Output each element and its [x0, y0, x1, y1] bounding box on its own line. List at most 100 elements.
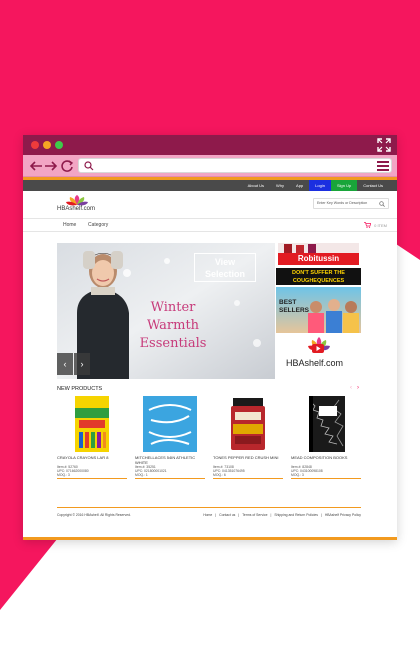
logo-text[interactable]: HBAshelf.com — [57, 206, 95, 212]
headline-line-2: Warmth — [146, 318, 200, 333]
people-photo — [308, 299, 359, 333]
product-name[interactable]: TONES PEPPER RED CRUSH MINI — [213, 455, 283, 460]
slider-prev-button[interactable]: ‹ — [57, 353, 73, 375]
footer-divider — [57, 507, 361, 508]
product-name[interactable]: MITCHELLACES 54IN ATHLETIC WHITE — [135, 455, 205, 465]
product-moq: MOQ.: 1 — [135, 473, 148, 477]
medicine-bottles-icon — [278, 243, 359, 253]
hamburger-menu-icon[interactable] — [376, 159, 390, 173]
product-name[interactable]: MEAD COMPOSITION BOOKS — [291, 455, 361, 460]
products-carousel-nav: ‹ › — [350, 385, 359, 391]
hbashelf-video-promo[interactable]: HBAshelf.com — [276, 334, 361, 379]
product-meta: Item #: 35251 UPC: 021800001021 MOQ.: 1 — [135, 465, 205, 477]
website-page: About Us Why App Login Sign Up Contact U… — [23, 177, 397, 540]
product-moq: MOQ.: 3 — [57, 473, 70, 477]
carousel-prev-icon[interactable]: ‹ — [350, 385, 352, 391]
site-search-input[interactable]: Enter Key Words or Description — [313, 198, 389, 209]
footer-home-link[interactable]: Home — [203, 513, 212, 517]
footer-shipping-link[interactable]: Shipping and Return Policies — [274, 513, 318, 517]
footer-terms-link[interactable]: Terms of Service — [242, 513, 267, 517]
best-sellers-text: BEST SELLERS — [279, 299, 309, 315]
view-selection-line-2: Selection — [204, 269, 245, 279]
product-card[interactable]: MITCHELLACES 54IN ATHLETIC WHITE Item #:… — [135, 396, 205, 479]
address-bar[interactable] — [78, 158, 392, 173]
browser-window: About Us Why App Login Sign Up Contact U… — [23, 135, 397, 540]
login-button[interactable]: Login — [309, 180, 331, 191]
best-sellers-line-1: BEST — [279, 299, 297, 306]
forward-arrow-icon[interactable] — [44, 159, 58, 173]
search-icon — [84, 161, 94, 171]
about-us-link[interactable]: About Us — [242, 180, 270, 191]
product-meta: Item #: 52760 UPC: 071662000080 MOQ.: 3 — [57, 465, 127, 477]
contact-us-link[interactable]: Contact Us — [357, 180, 389, 191]
hero-banner: View Selection Winter Warmth Essentials … — [57, 243, 361, 379]
headline-line-3: Essentials — [139, 336, 207, 351]
footer-separator: | — [270, 513, 272, 517]
close-dot-icon[interactable] — [31, 141, 39, 149]
main-menu: Home Category 0 ITEM — [23, 218, 397, 232]
product-card[interactable]: TONES PEPPER RED CRUSH MINI Item #: 7310… — [213, 396, 283, 479]
bottom-accent-strip — [23, 537, 397, 540]
site-header: HBAshelf.com Enter Key Words or Descript… — [23, 191, 397, 218]
menu-home[interactable]: Home — [63, 219, 76, 231]
new-products-title: NEW PRODUCTS — [57, 386, 103, 392]
search-placeholder: Enter Key Words or Description — [317, 201, 368, 205]
carousel-next-icon[interactable]: › — [357, 385, 359, 391]
shoelaces-image — [143, 396, 197, 452]
side-promos: Robitussin DON'T SUFFER THE COUGHEQUENCE… — [276, 243, 361, 379]
product-moq: MOQ.: 6 — [213, 473, 226, 477]
footer-contact-link[interactable]: Contact us — [219, 513, 235, 517]
browser-navbar — [23, 155, 397, 177]
tagline-line-1: DON'T SUFFER THE — [292, 270, 345, 276]
browser-titlebar — [23, 135, 397, 155]
product-underline — [57, 478, 127, 479]
red-pepper-jar-image — [231, 398, 265, 450]
refresh-icon[interactable] — [60, 159, 74, 173]
product-underline — [213, 478, 283, 479]
composition-book-image — [309, 396, 345, 452]
product-name[interactable]: CRAYOLA CRAYONS LAR 8 — [57, 455, 127, 460]
product-moq: MOQ.: 3 — [291, 473, 304, 477]
footer-separator: | — [238, 513, 240, 517]
footer-separator: | — [320, 513, 322, 517]
product-underline — [291, 478, 361, 479]
best-sellers-promo[interactable]: BEST SELLERS — [276, 287, 361, 333]
menu-category[interactable]: Category — [88, 219, 108, 231]
view-selection-line-1: View — [214, 257, 236, 267]
cart-button[interactable]: 0 ITEM — [364, 222, 387, 228]
cart-icon — [364, 222, 372, 228]
expand-icon[interactable] — [377, 138, 391, 152]
new-products-list: CRAYOLA CRAYONS LAR 8 Item #: 52760 UPC:… — [57, 396, 361, 479]
view-selection-button[interactable]: View Selection — [194, 253, 256, 282]
product-meta: Item #: 82848 UPC: 043100098108 MOQ.: 3 — [291, 465, 361, 477]
best-sellers-line-2: SELLERS — [279, 307, 309, 314]
footer-privacy-link[interactable]: HBAshelf Privacy Policy — [325, 513, 361, 517]
youtube-play-icon — [312, 344, 324, 353]
robitussin-tagline: DON'T SUFFER THE COUGHEQUENCES — [276, 268, 361, 285]
hero-headline: Winter Warmth Essentials — [121, 299, 225, 353]
product-card[interactable]: MEAD COMPOSITION BOOKS Item #: 82848 UPC… — [291, 396, 361, 479]
product-meta: Item #: 73108 UPC: 041351076495 MOQ.: 6 — [213, 465, 283, 477]
magnifier-icon[interactable] — [379, 201, 385, 207]
back-arrow-icon[interactable] — [29, 159, 43, 173]
robitussin-title: Robitussin — [278, 253, 359, 265]
headline-line-1: Winter — [150, 300, 196, 315]
hbashelf-promo-text: HBAshelf.com — [286, 358, 344, 368]
site-footer: Copyright © 2016 HBAshelf. All Rights Re… — [57, 511, 361, 519]
crayola-crayons-image — [75, 396, 109, 452]
sign-up-button[interactable]: Sign Up — [330, 180, 358, 191]
maximize-dot-icon[interactable] — [55, 141, 63, 149]
product-card[interactable]: CRAYOLA CRAYONS LAR 8 Item #: 52760 UPC:… — [57, 396, 127, 479]
tagline-line-2: COUGHEQUENCES — [292, 278, 345, 284]
slider-next-button[interactable]: › — [74, 353, 90, 375]
robitussin-promo[interactable]: Robitussin DON'T SUFFER THE COUGHEQUENCE… — [276, 243, 361, 286]
hero-slide[interactable]: View Selection Winter Warmth Essentials … — [57, 243, 275, 379]
product-underline — [135, 478, 205, 479]
cart-count: 0 ITEM — [374, 222, 387, 228]
footer-links: Home | Contact us | Terms of Service | S… — [200, 513, 361, 517]
lotus-logo-icon[interactable] — [57, 194, 103, 216]
why-link[interactable]: Why — [270, 180, 290, 191]
top-links-bar: About Us Why App Login Sign Up Contact U… — [23, 180, 397, 191]
minimize-dot-icon[interactable] — [43, 141, 51, 149]
app-link[interactable]: App — [290, 180, 309, 191]
